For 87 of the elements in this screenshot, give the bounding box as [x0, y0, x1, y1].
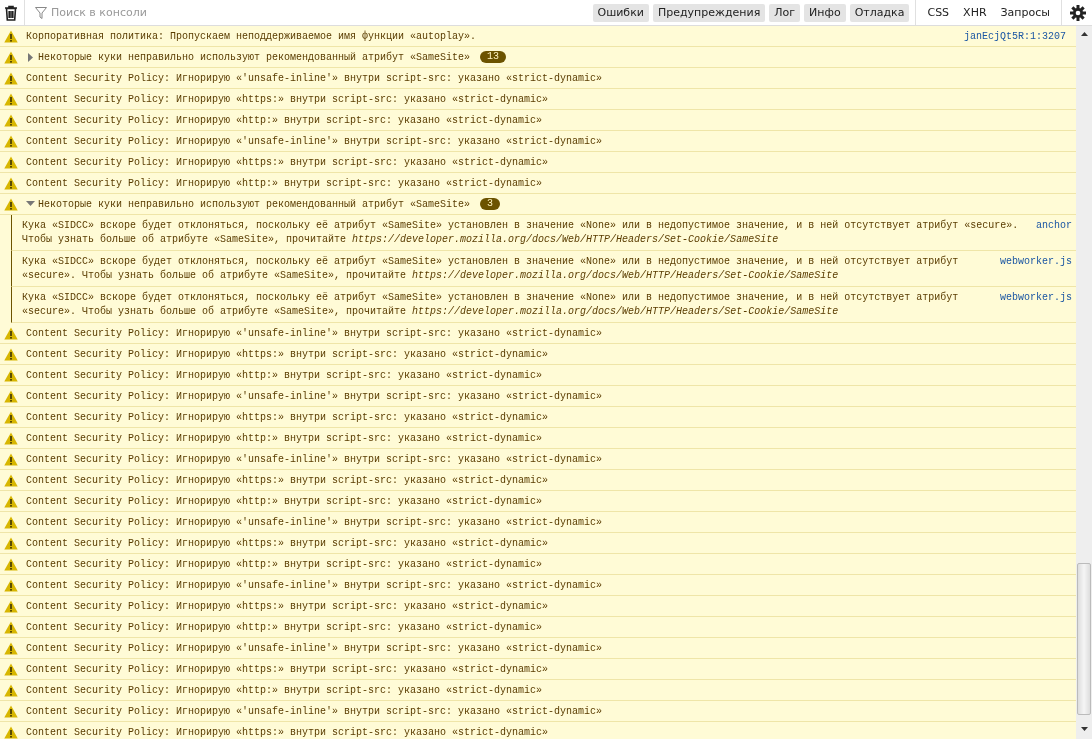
message-text: Content Security Policy: Игнорирую «http:» внутри script-src: указано «strict-dynamic» [26, 621, 544, 633]
warning-icon [4, 620, 18, 634]
warning-icon [4, 641, 18, 655]
message-text: Content Security Policy: Игнорирую «'unsafe-inline'» внутри script-src: указано «strict-dynamic» [26, 327, 604, 339]
warning-icon [4, 389, 18, 403]
scrollbar-thumb[interactable] [1077, 563, 1091, 715]
warning-icon [4, 197, 18, 211]
message-text: Content Security Policy: Игнорирую «http:» внутри script-src: указано «strict-dynamic» [26, 558, 544, 570]
filter-button[interactable]: Лог [769, 3, 801, 22]
collapse-arrow-icon[interactable] [26, 199, 35, 209]
expand-arrow-icon[interactable] [26, 52, 35, 62]
trash-icon[interactable] [4, 4, 18, 21]
warning-icon [4, 176, 18, 190]
filter-button[interactable]: Предупреждения [652, 3, 766, 22]
source-link[interactable]: webworker.js [1000, 255, 1072, 269]
message-text: Content Security Policy: Игнорирую «http:» внутри script-src: указано «strict-dynamic» [26, 432, 544, 444]
source-link[interactable]: webworker.js [1000, 291, 1072, 305]
message-text: Content Security Policy: Игнорирую «'unsafe-inline'» внутри script-src: указано «strict-dynamic» [26, 579, 604, 591]
message-text: Content Security Policy: Игнорирую «'unsafe-inline'» внутри script-src: указано «strict-dynamic» [26, 516, 604, 528]
message-text: Content Security Policy: Игнорирую «'unsafe-inline'» внутри script-src: указано «strict-dynamic» [26, 135, 604, 147]
message-text: Content Security Policy: Игнорирую «https:» внутри script-src: указано «strict-dynamic» [26, 726, 550, 738]
message-text: Content Security Policy: Игнорирую «'unsafe-inline'» внутри script-src: указано «strict-dynamic» [26, 72, 604, 84]
filter-button[interactable]: Инфо [804, 3, 846, 22]
warning-icon [4, 473, 18, 487]
message-text: Content Security Policy: Игнорирую «https:» внутри script-src: указано «strict-dynamic» [26, 474, 550, 486]
warning-icon [4, 536, 18, 550]
filter-icon [35, 6, 47, 19]
message-text: Content Security Policy: Игнорирую «'unsafe-inline'» внутри script-src: указано «strict-dynamic» [26, 705, 604, 717]
warning-icon [4, 71, 18, 85]
message-text: Content Security Policy: Игнорирую «http:» внутри script-src: указано «strict-dynamic» [26, 495, 544, 507]
message-text: Content Security Policy: Игнорирую «http:» внутри script-src: указано «strict-dynamic» [26, 684, 544, 696]
warning-icon [4, 92, 18, 106]
warning-icon [4, 368, 18, 382]
message-text: Корпоративная политика: Пропускаем неподдерживаемое имя функции «autoplay». [26, 30, 478, 42]
warning-icon [4, 515, 18, 529]
warning-icon [4, 50, 18, 64]
scrollbar[interactable] [1076, 26, 1092, 739]
warning-icon [4, 662, 18, 676]
group-title: Некоторые куки неправильно используют рекомендованный атрибут «SameSite» [38, 51, 471, 63]
warning-icon [4, 113, 18, 127]
message-text: Content Security Policy: Игнорирую «http:» внутри script-src: указано «strict-dynamic» [26, 114, 544, 126]
warning-icon [4, 410, 18, 424]
warning-icon [4, 326, 18, 340]
message-text: Кука «SIDCC» вскоре будет отклоняться, поскольку её атрибут «SameSite» установлен в значение «None» или в недопустимое значение, и в ней отсутствует атрибут «secure». Чтобы узнать больше об атрибуте «SameSite», прочитайте https://developer.mozilla.org/docs/Web/HTTP/Headers/Set-Cookie/SameSite [22, 219, 1020, 247]
message-text: Content Security Policy: Игнорирую «http:» внутри script-src: указано «strict-dynamic» [26, 177, 544, 189]
count-badge: 3 [480, 198, 501, 210]
filter-button[interactable]: CSS [922, 3, 955, 22]
group-title: Некоторые куки неправильно используют рекомендованный атрибут «SameSite» [38, 198, 471, 210]
warning-icon [4, 494, 18, 508]
source-link[interactable]: janEcjQt5R:1:3207 [963, 30, 1066, 42]
warning-icon [4, 431, 18, 445]
message-group[interactable]: Некоторые куки неправильно используют рекомендованный атрибут «SameSite» 13 [0, 47, 1076, 68]
message-text: Content Security Policy: Игнорирую «https:» внутри script-src: указано «strict-dynamic» [26, 348, 550, 360]
message-text: Кука «SIDCC» вскоре будет отклоняться, поскольку её атрибут «SameSite» установлен в значение «None» или в недопустимое значение, и в ней отсутствует атрибут «secure». Чтобы узнать больше об атрибуте «SameSite», прочитайте https://developer.mozilla.org/docs/Web/HTTP/Headers/Set-Cookie/SameSite [22, 291, 960, 319]
message-text: Content Security Policy: Игнорирую «'unsafe-inline'» внутри script-src: указано «strict-dynamic» [26, 642, 604, 654]
warning-icon [4, 29, 18, 43]
filter-button[interactable]: XHR [958, 3, 992, 22]
message-text: Content Security Policy: Игнорирую «https:» внутри script-src: указано «strict-dynamic» [26, 537, 550, 549]
warning-icon [4, 725, 18, 739]
warning-icon [4, 704, 18, 718]
warning-icon [4, 155, 18, 169]
count-badge: 13 [480, 51, 507, 63]
warning-icon [4, 557, 18, 571]
warning-icon [4, 347, 18, 361]
scroll-up-icon[interactable] [1080, 32, 1088, 36]
warning-icon [4, 599, 18, 613]
message-text: Content Security Policy: Игнорирую «https:» внутри script-src: указано «strict-dynamic» [26, 93, 550, 105]
warning-icon [4, 452, 18, 466]
filter-button[interactable]: Отладка [849, 3, 910, 22]
source-link[interactable]: anchor [1036, 219, 1072, 233]
message-text: Content Security Policy: Игнорирую «https:» внутри script-src: указано «strict-dynamic» [26, 600, 550, 612]
search-field[interactable]: Поиск в консоли [51, 6, 593, 19]
warning-icon [4, 683, 18, 697]
message-text: Content Security Policy: Игнорирую «https:» внутри script-src: указано «strict-dynamic» [26, 663, 550, 675]
warning-icon [4, 578, 18, 592]
scroll-down-icon[interactable] [1080, 727, 1088, 731]
message-text: Content Security Policy: Игнорирую «http:» внутри script-src: указано «strict-dynamic» [26, 369, 544, 381]
settings-icon[interactable] [1070, 4, 1086, 21]
message-text: Content Security Policy: Игнорирую «'unsafe-inline'» внутри script-src: указано «strict-dynamic» [26, 390, 604, 402]
message-text: Content Security Policy: Игнорирую «https:» внутри script-src: указано «strict-dynamic» [26, 411, 550, 423]
message-group[interactable]: Некоторые куки неправильно используют рекомендованный атрибут «SameSite» 3 [0, 194, 1076, 215]
filter-button[interactable]: Ошибки [592, 3, 649, 22]
message-text: Content Security Policy: Игнорирую «'unsafe-inline'» внутри script-src: указано «strict-dynamic» [26, 453, 604, 465]
warning-icon [4, 134, 18, 148]
filter-button[interactable]: Запросы [995, 3, 1055, 22]
message-text: Content Security Policy: Игнорирую «https:» внутри script-src: указано «strict-dynamic» [26, 156, 550, 168]
message-text: Кука «SIDCC» вскоре будет отклоняться, поскольку её атрибут «SameSite» установлен в значение «None» или в недопустимое значение, и в ней отсутствует атрибут «secure». Чтобы узнать больше об атрибуте «SameSite», прочитайте https://developer.mozilla.org/docs/Web/HTTP/Headers/Set-Cookie/SameSite [22, 255, 960, 283]
